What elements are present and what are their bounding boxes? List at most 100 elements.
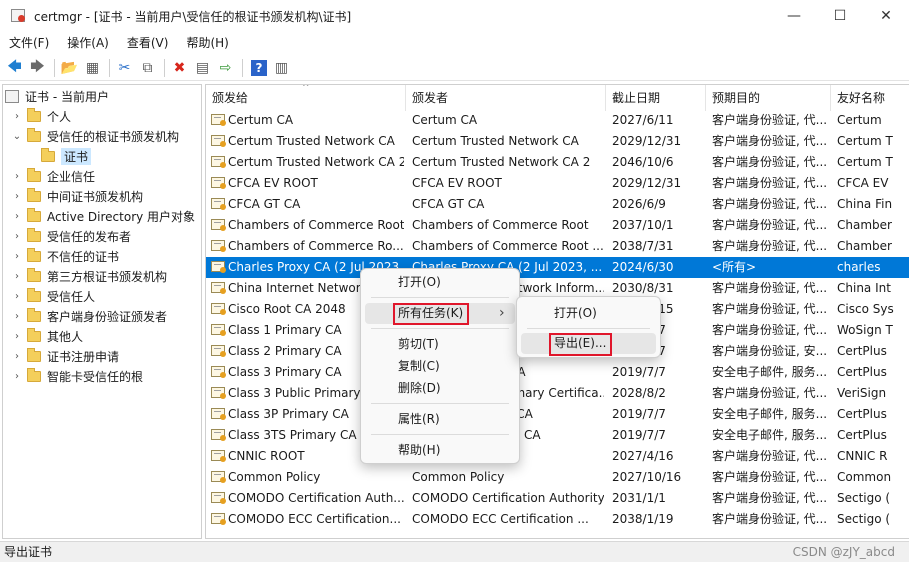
column-header-3[interactable]: 预期目的 (706, 85, 831, 111)
tree-item[interactable]: ⌄ 受信任的根证书颁发机构 (11, 126, 179, 146)
ctx-help-item[interactable]: 帮助(H) (365, 440, 515, 461)
tree-item[interactable]: › 其他人 (11, 326, 83, 346)
tree-item[interactable]: › 受信任人 (11, 286, 95, 306)
chevron-right-icon[interactable]: › (11, 311, 23, 322)
menu-item-1[interactable]: 操作(A) (58, 32, 118, 54)
ctx-copy-item[interactable]: 复制(C) (365, 356, 515, 377)
table-row[interactable]: Certum CA Certum CA 2027/6/11 客户端身份验证, 代...… (206, 110, 909, 131)
folder-icon (27, 227, 41, 242)
table-cell: Common (837, 470, 892, 484)
table-cell: 安全电子邮件, 服务... (712, 428, 828, 442)
chevron-right-icon[interactable]: › (11, 371, 23, 382)
tree-item[interactable]: › Active Directory 用户对象 (11, 206, 195, 226)
chevron-right-icon: › (499, 305, 505, 321)
delete-icon[interactable]: ✖ (169, 57, 190, 79)
menu-item-0[interactable]: 文件(F) (0, 32, 58, 54)
ctx-open-item[interactable]: 打开(O) (365, 272, 515, 293)
properties-icon[interactable]: ▤ (192, 57, 213, 79)
tree-item[interactable]: › 第三方根证书颁发机构 (11, 266, 167, 286)
chevron-right-icon[interactable]: › (11, 271, 23, 282)
console-tree[interactable]: 证书 - 当前用户 › 个人 ⌄ 受信任的根证书颁发机构 证书 › 企业信任 › 中间证书颁发机构… (2, 84, 202, 539)
show-tree-icon[interactable]: ▦ (82, 57, 103, 79)
table-row[interactable]: Certum Trusted Network CA Certum Trusted … (206, 131, 909, 152)
table-row[interactable]: Certum Trusted Network CA 2 Certum Truste… (206, 152, 909, 173)
tree-item[interactable]: › 客户端身份验证颁发者 (11, 306, 167, 326)
toolbar-separator (164, 58, 165, 77)
chevron-right-icon[interactable]: › (11, 251, 23, 262)
submenu-open-item[interactable]: 打开(O) (521, 303, 656, 324)
table-cell: 客户端身份验证, 代... (712, 386, 828, 400)
tree-item[interactable]: › 个人 (11, 106, 71, 126)
table-cell: 2029/12/31 (612, 176, 682, 190)
tree-item[interactable]: › 证书注册申请 (11, 346, 119, 366)
table-cell: 2027/4/16 (612, 449, 674, 463)
chevron-right-icon[interactable]: › (11, 211, 23, 222)
table-row[interactable]: Charles Proxy CA (2 Jul 2023... Charles P… (206, 257, 909, 278)
tree-item[interactable]: 证书 - 当前用户 (5, 86, 109, 106)
tree-item[interactable]: › 智能卡受信任的根 (11, 366, 143, 386)
chevron-right-icon[interactable]: › (11, 331, 23, 342)
cut-icon[interactable]: ✂ (114, 57, 135, 79)
table-cell: China Int (837, 281, 891, 295)
chevron-right-icon[interactable]: › (11, 291, 23, 302)
table-cell: 2019/7/7 (612, 407, 666, 421)
menu-item-3[interactable]: 帮助(H) (177, 32, 237, 54)
table-row[interactable]: Class 3P Primary CAClass 3P Primary CA20… (206, 404, 909, 425)
table-row[interactable]: Chambers of Commerce Root Chambers of Com… (206, 215, 909, 236)
table-cell: CertPlus (837, 365, 887, 379)
table-cell: COMODO Certification Auth... (228, 491, 404, 505)
table-row[interactable]: Class 3 Public Primary...Class 3 Public … (206, 383, 909, 404)
up-folder-icon[interactable]: 📂 (59, 57, 80, 79)
table-cell: 客户端身份验证, 代... (712, 155, 828, 169)
tree-item[interactable]: › 受信任的发布者 (11, 226, 131, 246)
help-icon[interactable]: ? (251, 59, 267, 76)
table-row[interactable]: Class 3 Primary CAClass 3 Primary CA2019… (206, 362, 909, 383)
forward-arrow-icon[interactable]: 🡆 (27, 57, 48, 79)
console-view-icon[interactable]: ▥ (271, 57, 292, 79)
back-arrow-icon[interactable]: 🡄 (4, 57, 25, 79)
certificate-icon (211, 428, 227, 442)
column-header-1[interactable]: 颁发者 (406, 85, 606, 111)
chevron-right-icon[interactable]: › (11, 231, 23, 242)
table-cell: 2031/1/1 (612, 491, 666, 505)
export-list-icon[interactable]: ⇨ (215, 57, 236, 79)
copy-icon[interactable]: ⧉ (137, 57, 158, 79)
table-row[interactable]: CFCA GT CA CFCA GT CA 2026/6/9 客户端身份验证, 代..… (206, 194, 909, 215)
chevron-right-icon[interactable]: › (11, 111, 23, 122)
table-row[interactable]: Chambers of Commerce Ro... Chambers of Co… (206, 236, 909, 257)
table-row[interactable]: Common Policy Common Policy 2027/10/16 客户端身… (206, 467, 909, 488)
chevron-right-icon[interactable]: › (11, 171, 23, 182)
table-row[interactable]: CNNIC ROOTCNNIC ROOT2027/4/16客户端身份验证, 代.… (206, 446, 909, 467)
ctx-properties-item[interactable]: 属性(R) (365, 409, 515, 430)
table-cell: Certum CA (228, 113, 294, 127)
tree-item[interactable]: › 中间证书颁发机构 (11, 186, 143, 206)
tree-item[interactable]: › 不信任的证书 (11, 246, 119, 266)
chevron-right-icon[interactable]: › (11, 351, 23, 362)
table-cell: 客户端身份验证, 代... (712, 134, 828, 148)
chevron-right-icon[interactable]: › (11, 191, 23, 202)
ctx-cut-item[interactable]: 剪切(T) (365, 334, 515, 355)
table-row[interactable]: CFCA EV ROOT CFCA EV ROOT 2029/12/31 客户端身份验… (206, 173, 909, 194)
maximize-button[interactable]: ☐ (817, 0, 863, 32)
minimize-button[interactable]: — (771, 0, 817, 32)
table-cell: charles (837, 260, 881, 274)
folder-icon (27, 327, 41, 342)
chevron-down-icon[interactable]: ⌄ (11, 131, 23, 142)
menu-item-2[interactable]: 查看(V) (118, 32, 178, 54)
table-cell: 客户端身份验证, 代... (712, 449, 828, 463)
column-header-2[interactable]: 截止日期 (606, 85, 706, 111)
tree-item-label: 智能卡受信任的根 (47, 369, 144, 384)
ctx-delete-item[interactable]: 删除(D) (365, 378, 515, 399)
certificate-icon (211, 323, 227, 337)
close-button[interactable]: ✕ (863, 0, 909, 32)
tree-item-label: 受信任的发布者 (47, 229, 132, 244)
tree-item[interactable]: 证书 (41, 146, 92, 166)
table-row[interactable]: COMODO ECC Certification... COMODO ECC Ce… (206, 509, 909, 530)
certificate-icon (211, 197, 227, 211)
tree-item[interactable]: › 企业信任 (11, 166, 95, 186)
certificate-icon (211, 239, 227, 253)
table-cell: Common Policy (412, 470, 505, 484)
table-row[interactable]: COMODO Certification Auth... COMODO Certi… (206, 488, 909, 509)
table-row[interactable]: Class 3TS Primary CAClass 3TS Primary CA… (206, 425, 909, 446)
column-header-4[interactable]: 友好名称 (831, 85, 909, 111)
